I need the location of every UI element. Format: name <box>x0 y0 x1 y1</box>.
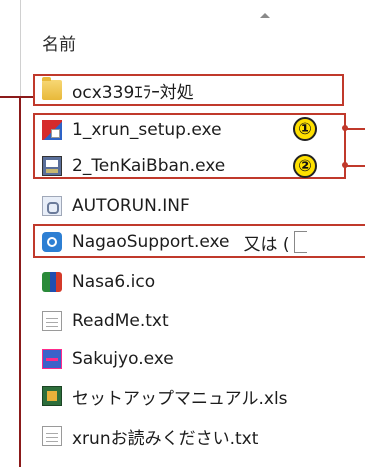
text-document-icon <box>42 426 62 446</box>
annotation-badge-1: ① <box>293 117 317 141</box>
sakujyo-app-icon <box>42 349 62 369</box>
file-name: セットアップマニュアル.xls <box>72 388 288 409</box>
file-row-nagaosupport[interactable]: NagaoSupport.exe 又は ( <box>42 226 307 258</box>
nagao-support-icon <box>42 232 62 252</box>
file-row-tenkaibban[interactable]: 2_TenKaiBban.exe <box>42 150 225 182</box>
file-row-autorun[interactable]: AUTORUN.INF <box>42 190 190 222</box>
file-name: AUTORUN.INF <box>72 196 190 216</box>
file-name: 1_xrun_setup.exe <box>72 120 222 140</box>
annotation-dot-1 <box>342 125 348 131</box>
note-text: 又は ( <box>243 234 290 255</box>
installer-program-icon <box>42 156 62 176</box>
file-row-sakujyo[interactable]: Sakujyo.exe <box>42 343 174 375</box>
file-name: NagaoSupport.exe <box>72 232 230 252</box>
file-row-xrun-setup[interactable]: 1_xrun_setup.exe <box>42 114 222 146</box>
file-name: ReadMe.txt <box>72 311 169 331</box>
file-row-nasa6[interactable]: Nasa6.ico <box>42 266 155 298</box>
file-row-folder[interactable]: ocx339ｴﾗｰ対処 <box>42 74 194 106</box>
sort-ascending-icon <box>260 13 270 18</box>
setup-installer-icon <box>42 120 62 140</box>
file-row-readme[interactable]: ReadMe.txt <box>42 305 169 337</box>
annotation-dot-2 <box>342 162 348 168</box>
annotation-badge-2: ② <box>293 154 317 178</box>
partial-box <box>293 231 307 253</box>
file-name: xrunお読みください.txt <box>72 428 259 449</box>
folder-icon <box>42 77 62 100</box>
text-document-icon <box>42 311 62 331</box>
file-row-xrun-readme[interactable]: xrunお読みください.txt <box>42 420 258 452</box>
annotation-leader-folder <box>0 96 33 98</box>
file-name: ocx339ｴﾗｰ対処 <box>72 82 194 103</box>
nasa-ico-icon <box>42 272 62 292</box>
file-row-setup-manual[interactable]: セットアップマニュアル.xls <box>42 380 288 412</box>
annotation-leader-vertical <box>19 96 21 467</box>
excel-icon <box>42 386 62 406</box>
file-name: Nasa6.ico <box>72 272 156 292</box>
inf-config-icon <box>42 196 62 216</box>
column-header-name[interactable]: 名前 <box>42 30 76 55</box>
file-name: 2_TenKaiBban.exe <box>72 156 226 176</box>
file-name: Sakujyo.exe <box>72 349 174 369</box>
